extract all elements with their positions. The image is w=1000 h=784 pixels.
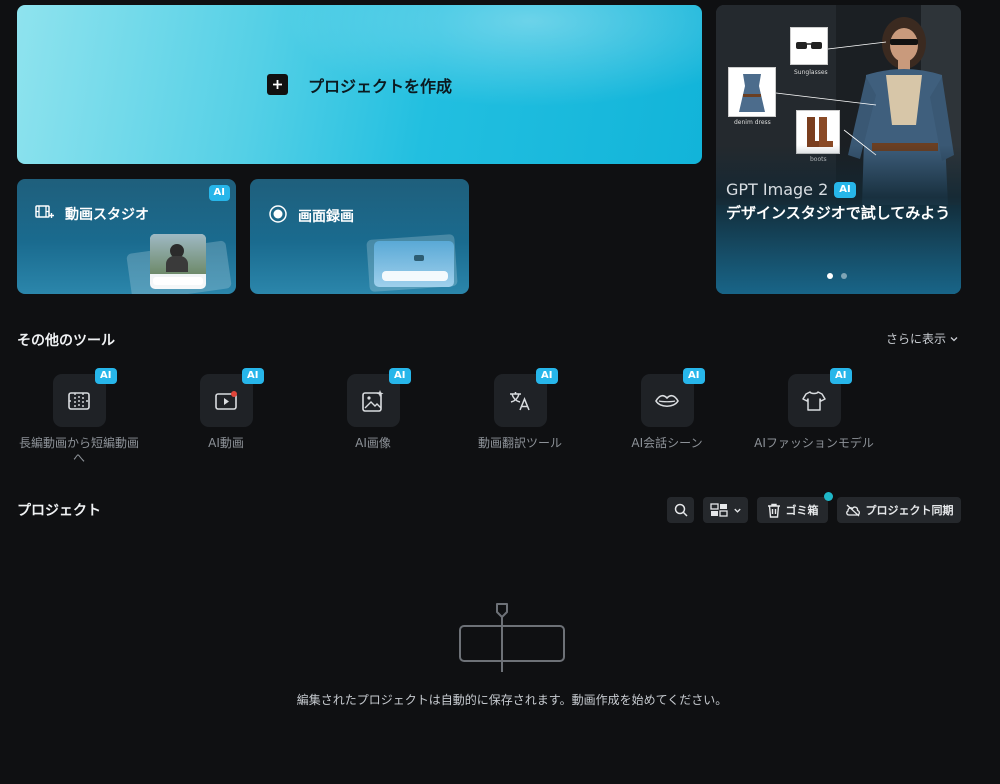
view-toggle-button[interactable] bbox=[703, 497, 748, 523]
video-play-icon bbox=[215, 390, 237, 410]
trash-label: ゴミ箱 bbox=[785, 504, 819, 517]
ai-badge: AI bbox=[830, 368, 852, 384]
image-sparkle-icon bbox=[362, 389, 384, 412]
tool-ai-conversation[interactable]: AI AI会話シーン bbox=[597, 368, 737, 451]
film-edit-icon bbox=[35, 204, 55, 224]
denim-dress-callout bbox=[728, 67, 776, 117]
film-cut-icon bbox=[68, 391, 90, 410]
carousel-dot[interactable] bbox=[841, 273, 847, 279]
record-icon bbox=[268, 204, 288, 228]
create-project-card[interactable]: プロジェクトを作成 bbox=[17, 5, 702, 164]
empty-timeline-icon bbox=[459, 603, 565, 672]
ai-badge: AI bbox=[242, 368, 264, 384]
tool-label: AI動画 bbox=[208, 436, 244, 450]
empty-state-message: 編集されたプロジェクトは自動的に保存されます。動画作成を始めてください。 bbox=[296, 693, 728, 707]
banner-subtitle: デザインスタジオで試してみよう bbox=[726, 204, 951, 222]
grid-view-icon bbox=[709, 503, 728, 517]
tool-ai-image[interactable]: AI AI画像 bbox=[303, 368, 443, 451]
sunglasses-callout bbox=[790, 27, 828, 65]
shirt-icon bbox=[802, 390, 826, 411]
tool-long-to-short[interactable]: AI 長編動画から短編動画へ bbox=[9, 368, 149, 466]
translate-icon bbox=[510, 391, 530, 410]
trash-icon bbox=[767, 503, 780, 518]
screen-record-card[interactable]: 画面録画 bbox=[250, 179, 469, 294]
ai-badge: AI bbox=[683, 368, 705, 384]
ai-badge: AI bbox=[389, 368, 411, 384]
show-more-label: さらに表示 bbox=[886, 332, 947, 346]
carousel-dot[interactable] bbox=[827, 273, 833, 279]
search-icon bbox=[674, 503, 688, 517]
video-thumbnail bbox=[150, 234, 206, 289]
chevron-down-icon bbox=[950, 336, 958, 341]
project-sync-label: プロジェクト同期 bbox=[865, 504, 954, 517]
tool-ai-video[interactable]: AI AI動画 bbox=[156, 368, 296, 451]
create-project-label: プロジェクトを作成 bbox=[307, 76, 452, 96]
ai-badge: AI bbox=[208, 185, 230, 201]
tool-label: AI会話シーン bbox=[631, 436, 703, 450]
show-more-link[interactable]: さらに表示 bbox=[886, 330, 959, 347]
screen-thumbnail bbox=[374, 241, 454, 287]
promo-banner[interactable]: Sunglasses denim dress boots GPT Image 2… bbox=[716, 5, 961, 294]
lips-icon bbox=[655, 394, 679, 407]
ai-badge: AI bbox=[536, 368, 558, 384]
tool-ai-fashion-model[interactable]: AI AIファッションモデル bbox=[744, 368, 884, 451]
video-studio-label: 動画スタジオ bbox=[65, 207, 149, 223]
tools-section-title: その他のツール bbox=[17, 333, 115, 349]
screen-record-label: 画面録画 bbox=[298, 209, 354, 225]
notification-dot bbox=[824, 492, 833, 501]
ai-badge: AI bbox=[834, 181, 856, 198]
project-sync-button[interactable]: プロジェクト同期 bbox=[837, 497, 961, 523]
tool-video-translate[interactable]: AI 動画翻訳ツール bbox=[450, 368, 590, 451]
tool-label: AI画像 bbox=[355, 436, 391, 450]
plus-icon bbox=[266, 74, 288, 95]
chevron-down-icon bbox=[733, 508, 741, 513]
banner-title: GPT Image 2 bbox=[726, 180, 829, 199]
ai-badge: AI bbox=[95, 368, 117, 384]
cloud-off-icon bbox=[845, 504, 860, 516]
tool-label: 動画翻訳ツール bbox=[477, 436, 562, 450]
callout-denim-label: denim dress bbox=[734, 119, 771, 126]
callout-sunglasses-label: Sunglasses bbox=[794, 69, 828, 76]
tool-label: AIファッションモデル bbox=[754, 436, 874, 450]
carousel-dots bbox=[827, 273, 847, 279]
trash-button[interactable]: ゴミ箱 bbox=[757, 492, 833, 523]
projects-section-title: プロジェクト bbox=[17, 503, 101, 519]
tool-label: 長編動画から短編動画へ bbox=[18, 436, 139, 465]
search-button[interactable] bbox=[667, 497, 694, 523]
video-studio-card[interactable]: 動画スタジオ AI bbox=[17, 179, 236, 294]
